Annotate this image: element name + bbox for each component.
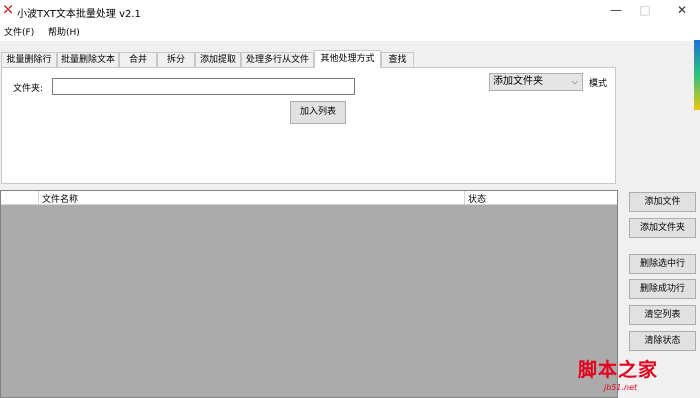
app-icon: ⛌ [4, 3, 13, 16]
folder-label: 文件夹: [13, 84, 44, 94]
background-window-edge [694, 40, 700, 110]
add-to-list-button[interactable]: 加入列表 [290, 101, 346, 124]
mode-label: 模式 [589, 79, 608, 89]
folder-path-input[interactable] [52, 78, 355, 95]
tab-batch-delete-lines[interactable]: 批量删除行 [1, 52, 57, 67]
window-title: 小波TXT文本批量处理 v2.1 [17, 9, 141, 20]
delete-success-rows-button[interactable]: 删除成功行 [629, 279, 696, 299]
tab-multiline-from-file[interactable]: 处理多行从文件 [241, 52, 314, 67]
list-header [1, 191, 617, 205]
clear-list-button[interactable]: 清空列表 [629, 305, 696, 325]
column-header-filename[interactable]: 文件名称 [42, 192, 78, 205]
tab-batch-delete-text[interactable]: 批量删除文本 [57, 52, 119, 67]
chevron-down-icon: ⌵ [571, 77, 578, 86]
watermark-main-text: 脚本之家 [578, 359, 659, 381]
tab-other-processing[interactable]: 其他处理方式 [314, 50, 381, 68]
column-separator[interactable] [38, 191, 39, 205]
column-separator[interactable] [464, 191, 465, 205]
maximize-button[interactable]: □ [627, 0, 663, 22]
add-file-button[interactable]: 添加文件 [629, 192, 696, 212]
mode-select-value: 添加文件夹 [493, 76, 543, 87]
clear-status-button[interactable]: 清除状态 [629, 331, 696, 351]
tab-add-extract[interactable]: 添加提取 [195, 52, 241, 67]
column-header-status[interactable]: 状态 [468, 192, 486, 205]
watermark-logo: 脚本之家 [578, 355, 658, 382]
close-button[interactable]: ✕ [664, 0, 700, 22]
tab-find[interactable]: 查找 [381, 52, 414, 67]
watermark-sub-text: jb51.net [604, 383, 638, 392]
menu-help[interactable]: 帮助(H) [48, 25, 80, 38]
tab-split[interactable]: 拆分 [157, 52, 195, 67]
tab-merge[interactable]: 合并 [119, 52, 157, 67]
add-folder-button[interactable]: 添加文件夹 [629, 218, 696, 238]
menu-file[interactable]: 文件(F) [4, 25, 34, 38]
delete-selected-rows-button[interactable]: 删除选中行 [629, 254, 696, 274]
file-list[interactable] [0, 190, 618, 398]
menu-bar [0, 22, 700, 41]
mode-select[interactable]: 添加文件夹 ⌵ [489, 73, 583, 91]
